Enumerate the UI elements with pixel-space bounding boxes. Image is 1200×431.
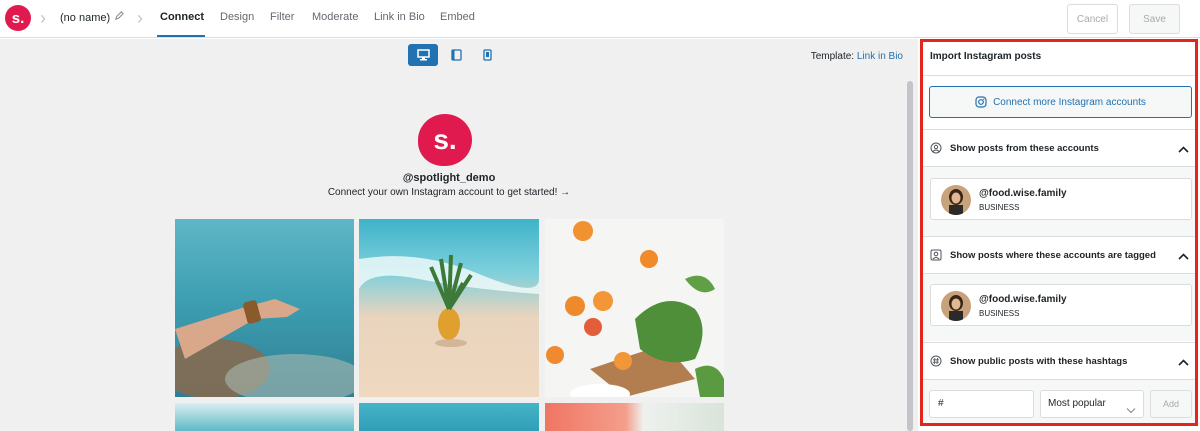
- save-button[interactable]: Save: [1129, 4, 1180, 34]
- tag-person-icon: [930, 249, 942, 261]
- section-label: Show public posts with these hashtags: [950, 355, 1128, 367]
- feed-name[interactable]: (no name): [60, 12, 110, 24]
- section-label: Show posts from these accounts: [950, 142, 1099, 154]
- user-circle-icon: [930, 142, 942, 154]
- feed-post-image[interactable]: [175, 219, 354, 397]
- template-indicator: Template: Link in Bio: [811, 51, 903, 62]
- connect-tagline[interactable]: Connect your own Instagram account to ge…: [300, 187, 598, 198]
- feed-post-image[interactable]: [359, 219, 539, 397]
- account-name: @food.wise.family: [979, 294, 1067, 305]
- feed-post-image[interactable]: [175, 403, 354, 431]
- connect-accounts-button[interactable]: Connect more Instagram accounts: [929, 86, 1192, 118]
- instagram-icon: [975, 96, 987, 108]
- avatar: [941, 185, 971, 215]
- template-link[interactable]: Link in Bio: [857, 51, 903, 62]
- preview-scrollbar[interactable]: [907, 81, 913, 431]
- connect-accounts-label: Connect more Instagram accounts: [993, 96, 1146, 108]
- tab-moderate[interactable]: Moderate: [312, 11, 358, 23]
- tab-filter[interactable]: Filter: [270, 11, 294, 23]
- chevron-down-icon: [1126, 399, 1136, 425]
- account-card[interactable]: @food.wise.family BUSINESS: [930, 178, 1192, 220]
- tab-connect[interactable]: Connect: [160, 11, 204, 23]
- chevron-up-icon[interactable]: [1178, 354, 1189, 372]
- sort-selected-value: Most popular: [1048, 398, 1106, 409]
- profile-handle: @spotlight_demo: [402, 172, 496, 184]
- tab-embed[interactable]: Embed: [440, 11, 475, 23]
- section-header-hashtags[interactable]: Show public posts with these hashtags: [923, 343, 1195, 379]
- account-card[interactable]: @food.wise.family BUSINESS: [930, 284, 1192, 326]
- avatar: [941, 291, 971, 321]
- add-hashtag-button[interactable]: Add: [1150, 390, 1192, 418]
- divider: [923, 75, 1195, 76]
- account-name: @food.wise.family: [979, 188, 1067, 199]
- chevron-up-icon[interactable]: [1178, 141, 1189, 159]
- breadcrumb-chevron-icon: ›: [40, 8, 46, 28]
- active-tab-indicator: [157, 35, 205, 37]
- tab-design[interactable]: Design: [220, 11, 254, 23]
- hashtag-sort-select[interactable]: Most popular: [1040, 390, 1144, 418]
- section-header-tagged[interactable]: Show posts where these accounts are tagg…: [923, 237, 1195, 273]
- feed-post-image[interactable]: [545, 219, 724, 397]
- tab-link-in-bio[interactable]: Link in Bio: [374, 11, 425, 23]
- desktop-icon: [416, 49, 430, 61]
- feed-post-image[interactable]: [359, 403, 539, 431]
- top-bar: s. › (no name) › Connect Design Filter M…: [0, 0, 1200, 38]
- account-type: BUSINESS: [979, 203, 1020, 212]
- profile-avatar: s.: [418, 114, 472, 166]
- chevron-up-icon[interactable]: [1178, 248, 1189, 266]
- breadcrumb-chevron-icon: ›: [137, 8, 143, 28]
- tablet-view-button[interactable]: [441, 44, 471, 66]
- panel-title: Import Instagram posts: [930, 51, 1042, 62]
- feed-post-image[interactable]: [545, 403, 724, 431]
- section-header-accounts[interactable]: Show posts from these accounts: [923, 130, 1195, 166]
- preview-area: Template: Link in Bio s. @spotlight_demo…: [0, 39, 918, 431]
- template-label: Template:: [810, 51, 855, 62]
- tablet-icon: [450, 49, 462, 61]
- desktop-view-button[interactable]: [408, 44, 438, 66]
- pencil-icon[interactable]: [114, 10, 125, 24]
- cancel-button[interactable]: Cancel: [1067, 4, 1118, 34]
- phone-icon: [482, 49, 492, 61]
- account-type: BUSINESS: [979, 309, 1020, 318]
- spotlight-logo[interactable]: s.: [5, 5, 31, 31]
- section-label: Show posts where these accounts are tagg…: [950, 249, 1156, 261]
- hashtag-input[interactable]: #: [929, 390, 1034, 418]
- hashtag-icon: [930, 355, 942, 367]
- phone-view-button[interactable]: [472, 44, 502, 66]
